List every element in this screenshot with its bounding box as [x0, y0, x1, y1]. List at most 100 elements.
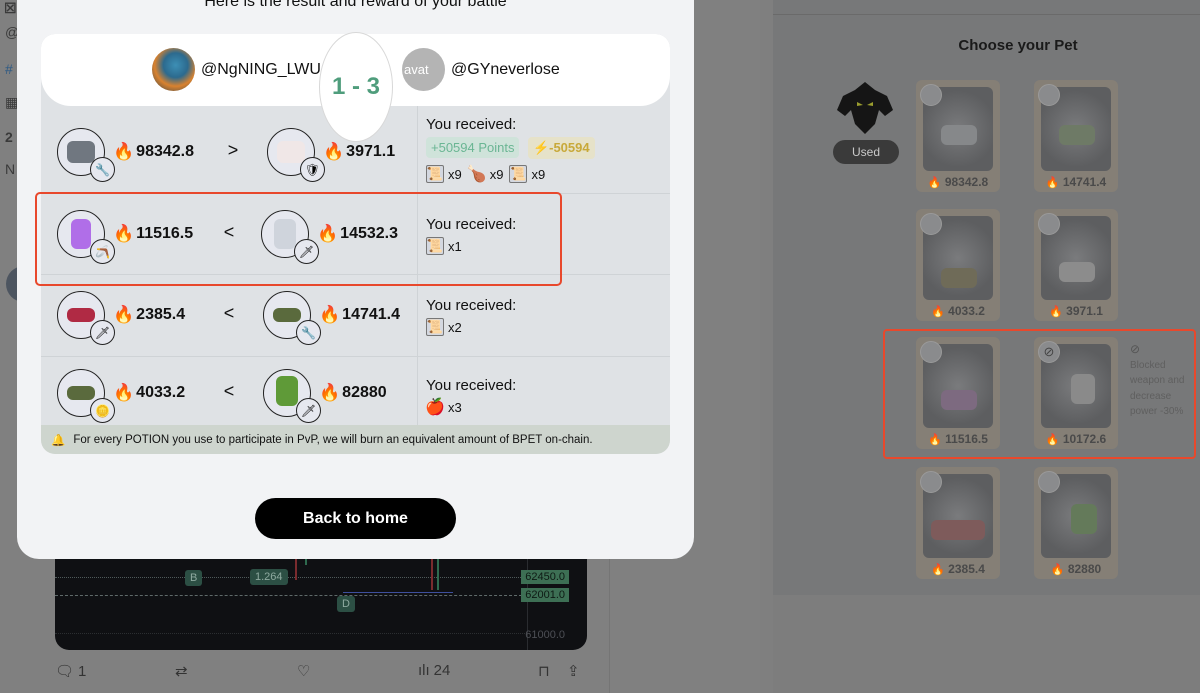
turtle-pet-icon	[941, 268, 977, 288]
modal-subtitle: Here is the result and reward of your ba…	[204, 0, 507, 10]
gray-cat-pet-icon: 🔧	[57, 128, 115, 182]
bookmark-button[interactable]: ⊓	[538, 662, 550, 680]
fire-icon: 🔥	[1050, 564, 1065, 576]
chart-label-ratio: 1.264	[250, 569, 288, 585]
count-text: 2	[5, 129, 13, 145]
player-left-handle: @NgNING_LWU	[201, 60, 321, 78]
reply-button[interactable]: 🗨 1	[55, 662, 87, 681]
score-wrap: 1 - 3	[319, 32, 393, 142]
highlight-box	[883, 329, 1196, 459]
right-fighter: 🔧 🔥 14741.4	[263, 291, 401, 345]
comparison-sign: <	[223, 303, 235, 323]
pet-card[interactable]: 🔥 98342.8	[916, 80, 1000, 192]
right-power: 3971.1	[346, 143, 396, 160]
apple-item-icon: 🍎	[425, 399, 445, 416]
left-fighter: 🪙 🔥 4033.2	[57, 369, 186, 423]
bell-icon: 🔔	[51, 434, 66, 447]
wrench-icon: 🔧	[90, 157, 115, 182]
fire-icon: 🔥	[319, 305, 341, 324]
item-qty: x9	[448, 166, 462, 182]
pet-power: 🔥 14741.4	[1034, 175, 1118, 189]
scroll-item-icon: 📜	[509, 165, 528, 183]
pet-card[interactable]: 🔥 2385.4	[916, 467, 1000, 579]
wrench-icon	[1038, 84, 1060, 106]
fire-icon: 🔥	[931, 306, 945, 318]
fire-icon: 🔥	[323, 142, 345, 161]
energy-chip: ⚡-50594	[527, 137, 595, 159]
item-qty: x9	[531, 166, 546, 182]
column-divider	[417, 106, 418, 193]
fire-icon: 🔥	[113, 305, 135, 324]
chart-label-d: D	[337, 596, 355, 612]
energy-value: -50594	[549, 140, 590, 155]
left-fighter: 🔧 🔥 98342.8	[57, 128, 195, 182]
reward-title: You received:	[426, 377, 517, 394]
scroll-item-icon: 📜	[426, 318, 444, 336]
item-qty: x9	[489, 166, 504, 182]
right-power: 14741.4	[342, 306, 401, 323]
used-badge: Used	[833, 140, 899, 164]
left-power: 4033.2	[136, 384, 186, 401]
reward-title: You received:	[426, 297, 517, 314]
left-fighter: 🗡 🔥 2385.4	[57, 291, 186, 345]
fire-icon: 🔥	[931, 564, 945, 576]
battle-row: 🪙 🔥 4033.2 < 🗡 🔥 82880 You received: 🍎 x3	[41, 357, 670, 425]
player-left-avatar	[152, 48, 195, 91]
like-button[interactable]: ♡	[297, 662, 310, 680]
share-button[interactable]: ⇪	[567, 662, 580, 680]
player-right-handle: @GYneverlose	[451, 60, 560, 78]
reward-section: You received: 📜 x2	[426, 297, 666, 336]
used-pet-avatar	[835, 80, 895, 136]
chart-line	[343, 592, 453, 593]
gray-cat-pet-icon	[941, 125, 977, 145]
burn-notice-text: For every POTION you use to participate …	[73, 433, 593, 446]
right-fighter: 🛡 🔥 3971.1	[267, 128, 396, 182]
highlight-box	[35, 192, 562, 286]
pet-power: 🔥 98342.8	[916, 175, 1000, 189]
reward-item: 🍎 x3	[425, 398, 462, 416]
pet-card[interactable]: 🔥 4033.2	[916, 209, 1000, 321]
bookmark-icon: ⊓	[538, 663, 550, 680]
fire-icon: 🔥	[319, 383, 341, 402]
wrench-icon: 🔧	[296, 320, 321, 345]
panel-footer	[773, 595, 1200, 693]
drumstick-item-icon: 🍗	[466, 166, 487, 183]
fire-icon: 🔥	[113, 142, 135, 161]
back-to-home-button[interactable]: Back to home	[255, 498, 456, 539]
pet-card[interactable]: 🔥 14741.4	[1034, 80, 1118, 192]
pet-card[interactable]: 🔥 3971.1	[1034, 209, 1118, 321]
right-fighter: 🗡 🔥 82880	[263, 369, 387, 423]
golden-sword-icon: 🗡	[90, 320, 115, 345]
reply-count: 1	[78, 662, 87, 680]
pet-card[interactable]: 🔥 82880	[1034, 467, 1118, 579]
chart-dashed-line	[55, 595, 527, 596]
turtle-pet-icon: 🪙	[57, 369, 115, 423]
views-icon: ılı	[418, 662, 430, 679]
views-button[interactable]: ılı 24	[418, 662, 450, 679]
golden-sword-icon	[920, 471, 942, 493]
pet-power-value: 4033.2	[948, 304, 985, 318]
scroll-item-icon: 📜	[426, 165, 444, 183]
pet-power-value: 3971.1	[1066, 304, 1103, 318]
item-qty: x3	[448, 399, 462, 415]
red-sword-icon	[1038, 471, 1060, 493]
reward-section: You received: +50594 Points ⚡-50594 📜 x9 …	[426, 116, 666, 183]
comparison-sign: >	[227, 140, 239, 160]
red-spiky-pet-icon: 🗡	[57, 291, 115, 345]
battle-score: 1 - 3	[319, 32, 393, 142]
fire-icon: 🔥	[1045, 177, 1060, 189]
turtle-pet-icon: 🔧	[263, 291, 321, 345]
retweet-button[interactable]: ⇄	[175, 662, 188, 680]
player-right: avat @GYneverlose	[402, 48, 560, 91]
reward-item: 📜 x9	[426, 165, 462, 183]
left-power: 2385.4	[136, 306, 186, 323]
pet-power-value: 2385.4	[948, 562, 985, 576]
tweet-actions: 🗨 1 ⇄ ♡ ılı 24 ⊓ ⇪	[55, 662, 595, 686]
burn-notice: 🔔 For every POTION you use to participat…	[41, 425, 670, 454]
candle	[437, 555, 439, 590]
left-power: 98342.8	[136, 143, 195, 160]
column-divider	[417, 275, 418, 356]
red-sword-icon: 🗡	[296, 398, 321, 423]
tree-pet-icon: 🗡	[263, 369, 321, 423]
pet-power-value: 98342.8	[944, 175, 989, 189]
